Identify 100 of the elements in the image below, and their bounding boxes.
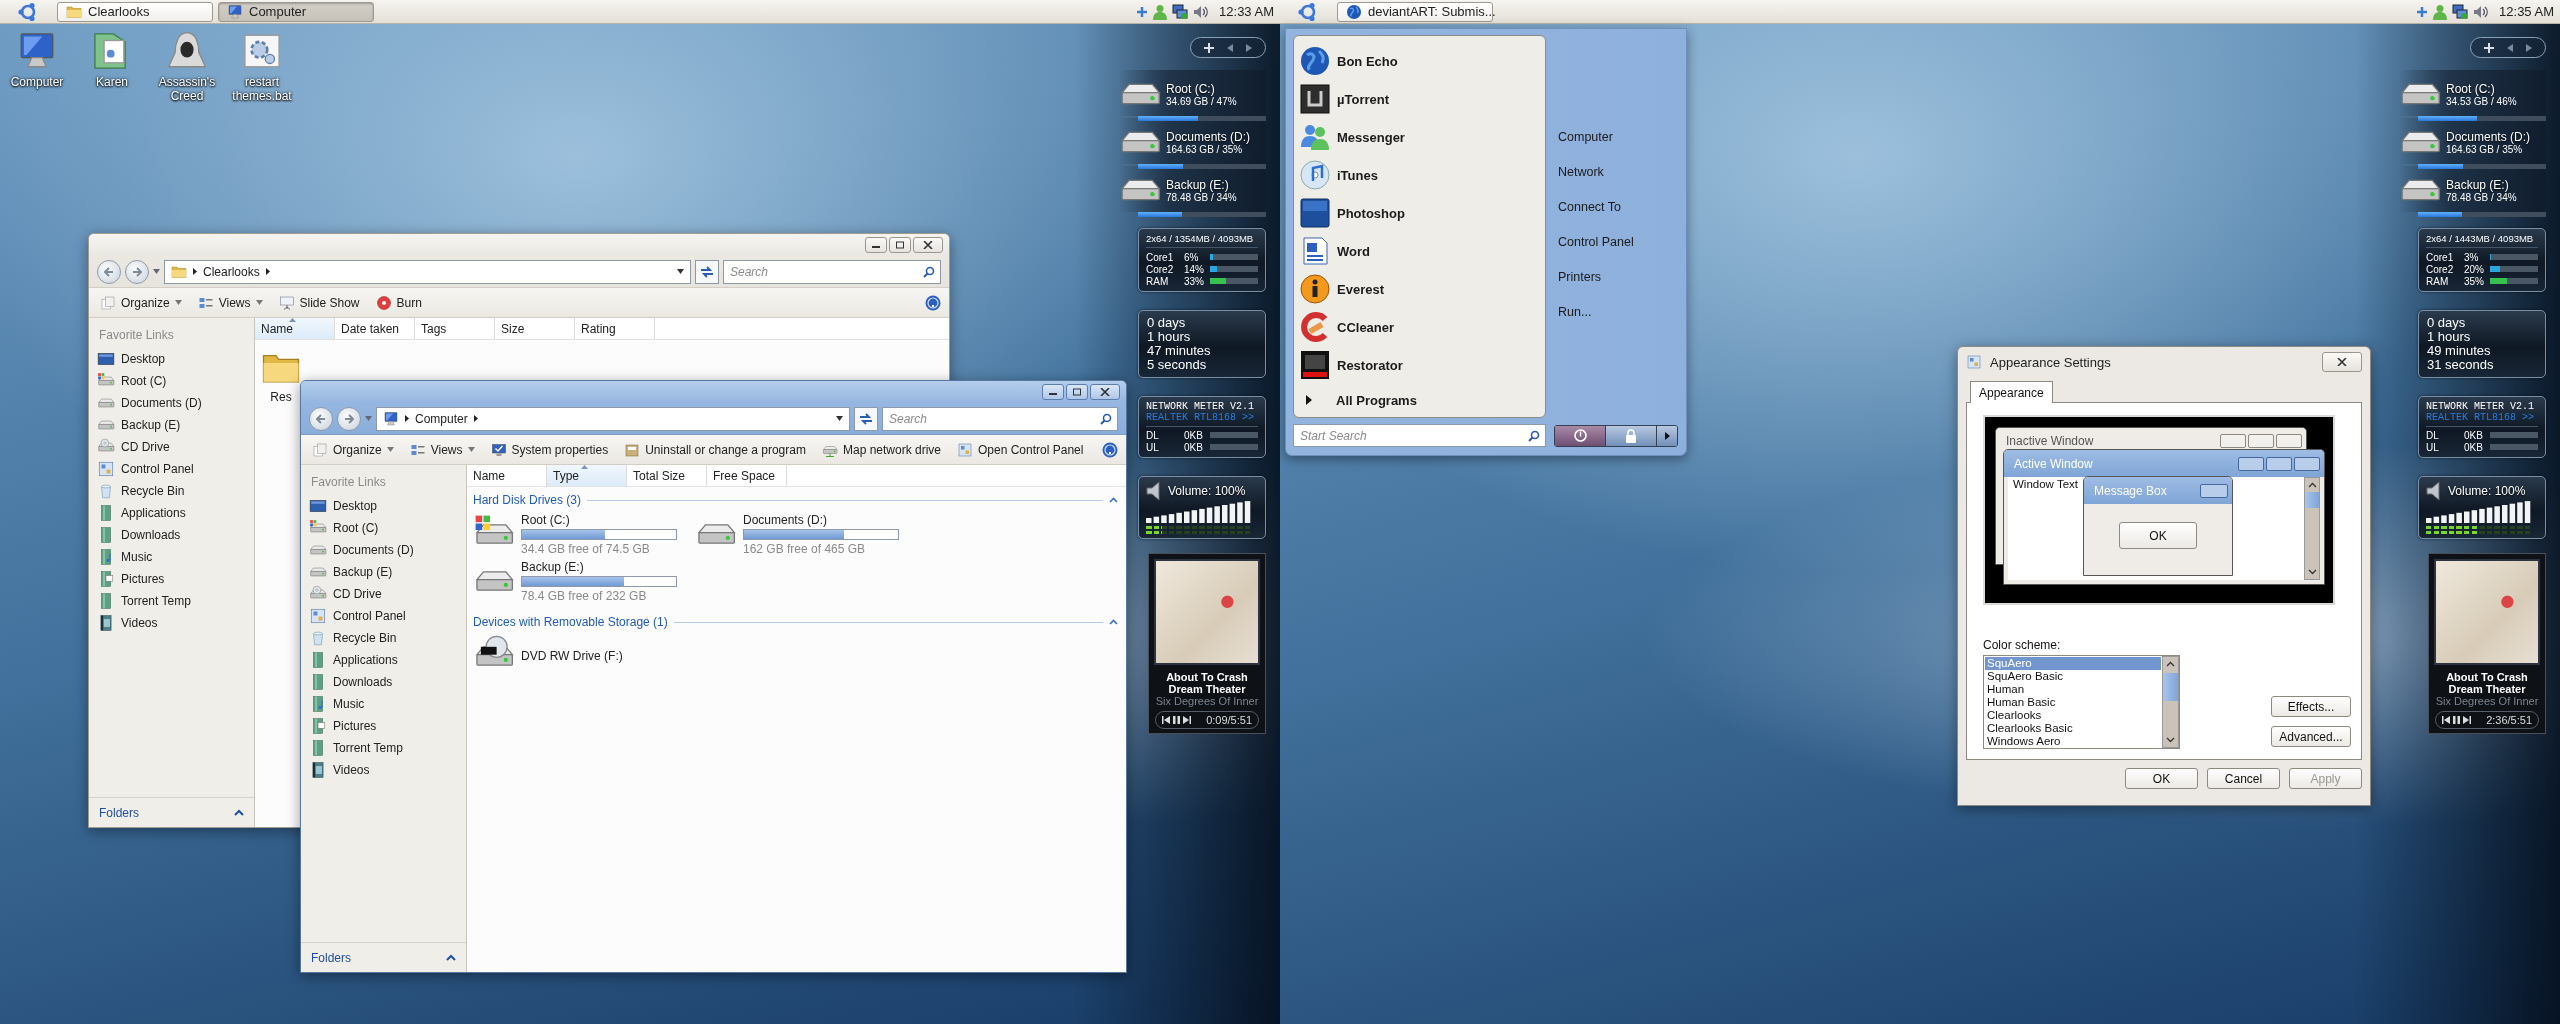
toolbar-button[interactable]: Organize [309, 437, 397, 462]
sidebar-item[interactable]: Downloads [89, 524, 254, 546]
maximize-button[interactable] [889, 237, 911, 253]
sidebar-item[interactable]: Applications [301, 649, 466, 671]
program-item[interactable]: Everest [1299, 270, 1541, 308]
collapse-icon[interactable] [1109, 497, 1118, 503]
window-control-button[interactable] [2220, 434, 2246, 448]
forward-button[interactable] [125, 259, 149, 284]
sidebar-item[interactable]: Applications [89, 502, 254, 524]
task-button[interactable]: Computer [218, 1, 374, 22]
network-icon[interactable] [1172, 3, 1189, 20]
toolbar-button[interactable]: Slide Show [275, 290, 363, 315]
all-programs-button[interactable]: All Programs [1299, 387, 1541, 413]
program-item[interactable]: µTorrent [1299, 80, 1541, 118]
list-item[interactable]: Human [1985, 683, 2161, 696]
refresh-button[interactable] [854, 406, 878, 431]
volume-bars-drawing[interactable] [1146, 501, 1252, 523]
adapter-link[interactable]: REALTEK RTL8168 >> [1146, 412, 1258, 427]
circle-logo-icon[interactable] [1298, 1, 1318, 22]
list-item[interactable]: SquAero Basic [1985, 670, 2161, 683]
sidebar-item[interactable]: CD Drive [89, 436, 254, 458]
toolbar-button[interactable]: System properties [487, 437, 612, 462]
sidebar-item[interactable]: Documents (D) [301, 539, 466, 561]
group-header[interactable]: Hard Disk Drives (3) [473, 493, 581, 507]
sidebar-item[interactable]: Documents (D) [89, 392, 254, 414]
file-item[interactable]: Res [259, 348, 303, 404]
window-control-button[interactable] [2238, 456, 2264, 471]
dialog-button[interactable]: OK [2125, 768, 2198, 789]
adapter-link[interactable]: REALTEK RTL8168 >> [2426, 412, 2538, 427]
network-icon[interactable] [2452, 3, 2469, 20]
scrollbar[interactable] [2304, 477, 2320, 580]
window-control-button[interactable] [2248, 434, 2274, 448]
previous-icon[interactable] [1162, 716, 1170, 724]
left-arrow-icon[interactable] [2507, 43, 2513, 52]
window-control-button[interactable] [2276, 434, 2302, 448]
program-item[interactable]: iTunes [1299, 156, 1541, 194]
scroll-down-icon[interactable] [2166, 737, 2175, 743]
minimize-button[interactable] [1042, 384, 1064, 400]
clock[interactable]: 12:33 AM [1219, 4, 1274, 19]
back-button[interactable] [309, 406, 333, 431]
toolbar-button[interactable]: Open Control Panel [954, 437, 1087, 462]
right-arrow-icon[interactable] [2526, 43, 2533, 52]
start-menu-link[interactable]: Control Panel [1558, 224, 1634, 259]
previous-icon[interactable] [2442, 716, 2450, 724]
tab[interactable]: Appearance [1970, 381, 2053, 403]
column-header[interactable]: Type [547, 465, 627, 486]
window-control-button[interactable] [2266, 456, 2292, 471]
group-header[interactable]: Devices with Removable Storage (1) [473, 615, 668, 629]
sidebar-item[interactable]: Torrent Temp [89, 590, 254, 612]
dialog-button[interactable]: Cancel [2207, 768, 2280, 789]
window-control-button[interactable] [2294, 456, 2320, 471]
task-button[interactable]: deviantART: Submis... [1337, 1, 1493, 22]
list-item[interactable]: Windows Aero [1985, 735, 2161, 748]
drive-label[interactable]: Documents (D:) [743, 513, 899, 527]
drive-label[interactable]: DVD RW Drive (F:) [521, 649, 623, 663]
minimize-button[interactable] [865, 237, 887, 253]
lock-button[interactable] [1606, 425, 1658, 446]
toolbar-button[interactable]: Map network drive [818, 437, 944, 462]
start-menu-link[interactable]: Printers [1558, 259, 1634, 294]
start-menu-link[interactable]: Computer [1558, 119, 1634, 154]
sidebar-item[interactable]: Backup (E) [89, 414, 254, 436]
start-menu-link[interactable]: Network [1558, 154, 1634, 189]
power-button[interactable] [1555, 425, 1607, 446]
circle-logo-icon[interactable] [18, 1, 38, 22]
help-icon[interactable] [925, 294, 941, 311]
sidebar-item[interactable]: Torrent Temp [301, 737, 466, 759]
sidebar-item[interactable]: Downloads [301, 671, 466, 693]
list-item[interactable]: Clearlooks [1985, 709, 2161, 722]
sidebar-item[interactable]: Recycle Bin [89, 480, 254, 502]
sidebar-item[interactable]: Pictures [89, 568, 254, 590]
scroll-up-icon[interactable] [2307, 482, 2317, 488]
close-button[interactable] [1090, 384, 1120, 400]
pause-icon[interactable] [2453, 716, 2460, 724]
close-button[interactable] [913, 237, 943, 253]
scroll-thumb[interactable] [2163, 673, 2178, 701]
dialog-button[interactable]: Advanced... [2271, 726, 2351, 747]
sidebar-item[interactable]: Backup (E) [301, 561, 466, 583]
left-arrow-icon[interactable] [1227, 43, 1233, 52]
sidebar-item[interactable]: Root (C) [301, 517, 466, 539]
sidebar-item[interactable]: Videos [89, 612, 254, 634]
next-icon[interactable] [2463, 716, 2471, 724]
program-item[interactable]: Photoshop [1299, 194, 1541, 232]
sidebar-item[interactable]: Root (C) [89, 370, 254, 392]
sidebar-item[interactable]: Desktop [89, 348, 254, 370]
sidebar-item[interactable]: Music [301, 693, 466, 715]
toolbar-button[interactable]: Views [406, 437, 478, 462]
sidebar-item[interactable]: Videos [301, 759, 466, 781]
sidebar-item[interactable]: Recycle Bin [301, 627, 466, 649]
sidebar-item[interactable]: Music [89, 546, 254, 568]
start-menu-link[interactable]: Connect To [1558, 189, 1634, 224]
shutdown-options-button[interactable] [1657, 425, 1677, 446]
volume-bars-drawing[interactable] [2426, 501, 2532, 523]
dialog-button[interactable]: Effects... [2271, 696, 2351, 717]
program-item[interactable]: Messenger [1299, 118, 1541, 156]
search-field[interactable]: Search [723, 259, 941, 284]
list-item[interactable]: Human Basic [1985, 696, 2161, 709]
program-item[interactable]: CCleaner [1299, 308, 1541, 346]
ok-button[interactable]: OK [2119, 522, 2197, 549]
maximize-button[interactable] [1066, 384, 1088, 400]
scroll-thumb[interactable] [2305, 492, 2319, 508]
